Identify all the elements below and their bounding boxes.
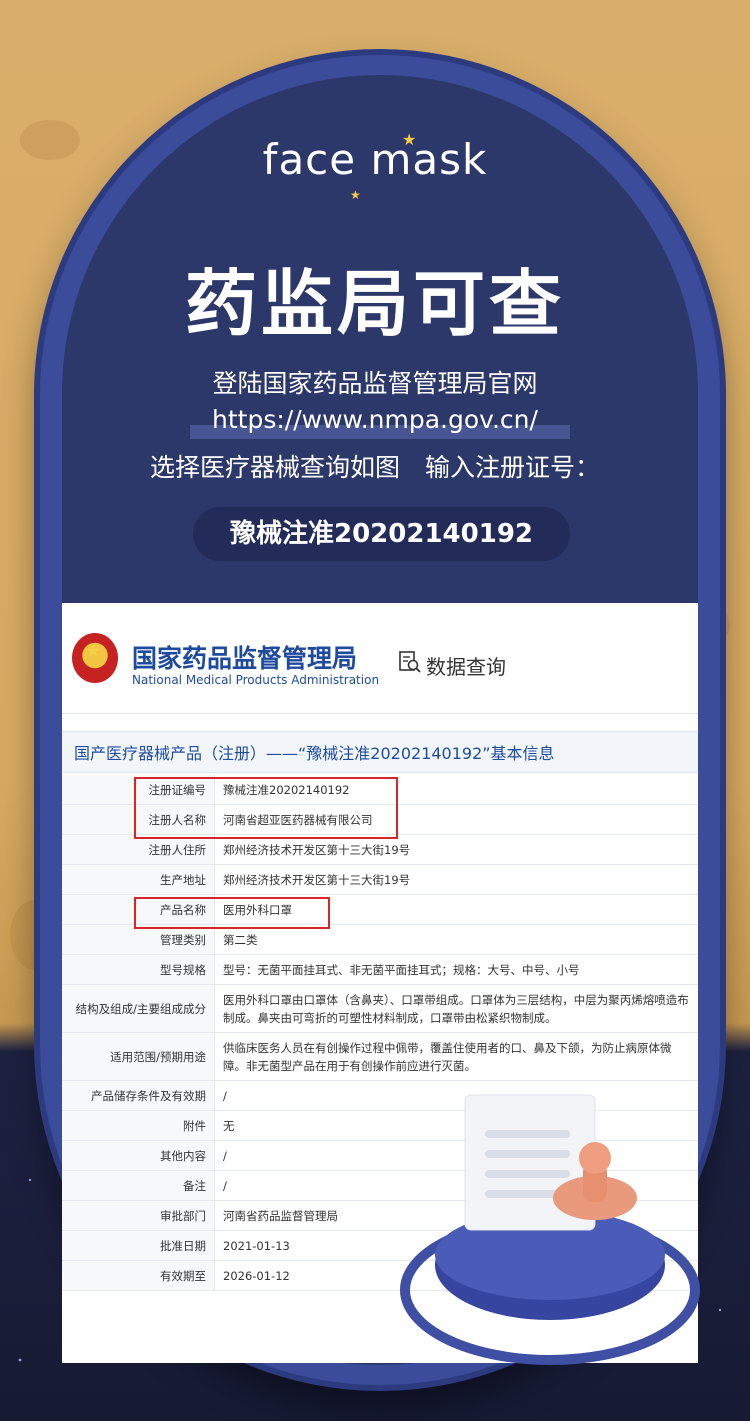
star-icon: ★ bbox=[350, 188, 361, 202]
row-label: 有效期至 bbox=[62, 1260, 215, 1291]
row-label: 产品储存条件及有效期 bbox=[62, 1080, 215, 1111]
row-value: 第二类 bbox=[214, 924, 698, 955]
row-value: 郑州经济技术开发区第十三大街19号 bbox=[214, 864, 698, 895]
org-name-cn: 国家药品监督管理局 bbox=[132, 644, 358, 673]
highlight-box-registrant bbox=[134, 777, 398, 839]
row-label: 管理类别 bbox=[62, 924, 215, 955]
instruction-line-3: 选择医疗器械查询如图 输入注册证号： bbox=[149, 453, 600, 482]
row-value: 郑州经济技术开发区第十三大街19号 bbox=[214, 834, 698, 865]
table-row: 生产地址 郑州经济技术开发区第十三大街19号 bbox=[62, 864, 698, 895]
row-label: 备注 bbox=[62, 1170, 215, 1201]
approval-stamp-illustration bbox=[400, 1094, 700, 1365]
record-title-bar: 国产医疗器械产品（注册）——“豫械注准20202140192”基本信息 bbox=[62, 731, 698, 773]
table-row: 型号规格 型号：无菌平面挂耳式、非无菌平面挂耳式；规格：大号、中号、小号 bbox=[62, 954, 698, 985]
row-label: 适用范围/预期用途 bbox=[62, 1032, 215, 1081]
page-headline: 药监局可查 bbox=[184, 262, 565, 346]
data-query-link[interactable]: 数据查询 bbox=[426, 651, 506, 680]
row-label: 注册人住所 bbox=[62, 834, 215, 865]
record-title: 国产医疗器械产品（注册）——“豫械注准20202140192”基本信息 bbox=[74, 744, 555, 763]
row-label: 其他内容 bbox=[62, 1140, 215, 1171]
brand-logo: face mask bbox=[262, 135, 488, 184]
table-row: 适用范围/预期用途 供临床医务人员在有创操作过程中佩带，覆盖住使用者的口、鼻及下颌… bbox=[62, 1032, 698, 1081]
row-value: 型号：无菌平面挂耳式、非无菌平面挂耳式；规格：大号、中号、小号 bbox=[214, 954, 698, 985]
row-label: 生产地址 bbox=[62, 864, 215, 895]
row-label: 审批部门 bbox=[62, 1200, 215, 1231]
org-name-en: National Medical Products Administration bbox=[132, 673, 380, 687]
table-row: 结构及组成/主要组成成分 医用外科口罩由口罩体（含鼻夹）、口罩带组成。口罩体为三层… bbox=[62, 984, 698, 1033]
row-label: 型号规格 bbox=[62, 954, 215, 985]
row-label: 批准日期 bbox=[62, 1230, 215, 1261]
site-header: ★ 国家药品监督管理局 National Medical Products Ad… bbox=[62, 603, 698, 714]
table-row: 注册人住所 郑州经济技术开发区第十三大街19号 bbox=[62, 834, 698, 865]
star-icon: ★ bbox=[402, 130, 417, 149]
table-row: 管理类别 第二类 bbox=[62, 924, 698, 955]
instruction-line-1: 登陆国家药品监督管理局官网 bbox=[212, 369, 538, 398]
row-label: 附件 bbox=[62, 1110, 215, 1141]
instruction-url[interactable]: https://www.nmpa.gov.cn/ bbox=[0, 405, 750, 434]
row-label: 结构及组成/主要组成成分 bbox=[62, 984, 215, 1033]
row-value: 医用外科口罩由口罩体（含鼻夹）、口罩带组成。口罩体为三层结构，中层为聚丙烯熔喷造… bbox=[214, 984, 698, 1033]
emblem-star-icon: ★ bbox=[86, 641, 101, 660]
row-value: 供临床医务人员在有创操作过程中佩带，覆盖住使用者的口、鼻及下颌，为防止病原体微障… bbox=[214, 1032, 698, 1081]
registration-number-badge: 豫械注准20202140192 bbox=[193, 507, 570, 561]
highlight-box-product-name bbox=[134, 897, 330, 929]
search-icon[interactable] bbox=[398, 650, 422, 674]
